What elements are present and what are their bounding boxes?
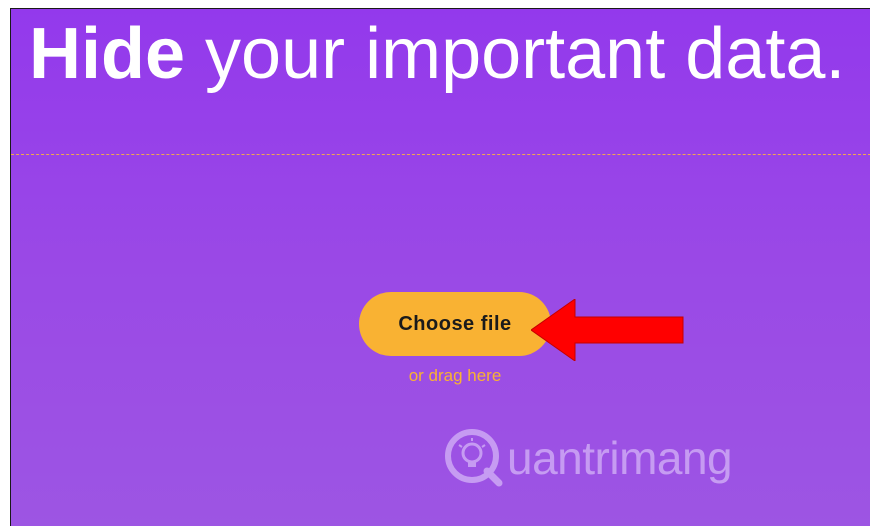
app-viewport: Hide your important data. Choose file or… [10,8,870,526]
page-title-bold: Hide [29,14,186,94]
section-divider [11,154,870,155]
page-title-rest: your important data. [185,14,846,94]
choose-file-button[interactable]: Choose file [359,292,551,356]
watermark-text: uantrimang [507,432,733,484]
drag-here-hint: or drag here [408,366,502,385]
lightbulb-q-icon [445,429,503,487]
red-arrow-left-icon [531,299,684,361]
watermark: uantrimang [443,427,733,489]
page-title: Hide your important data. [29,11,845,97]
